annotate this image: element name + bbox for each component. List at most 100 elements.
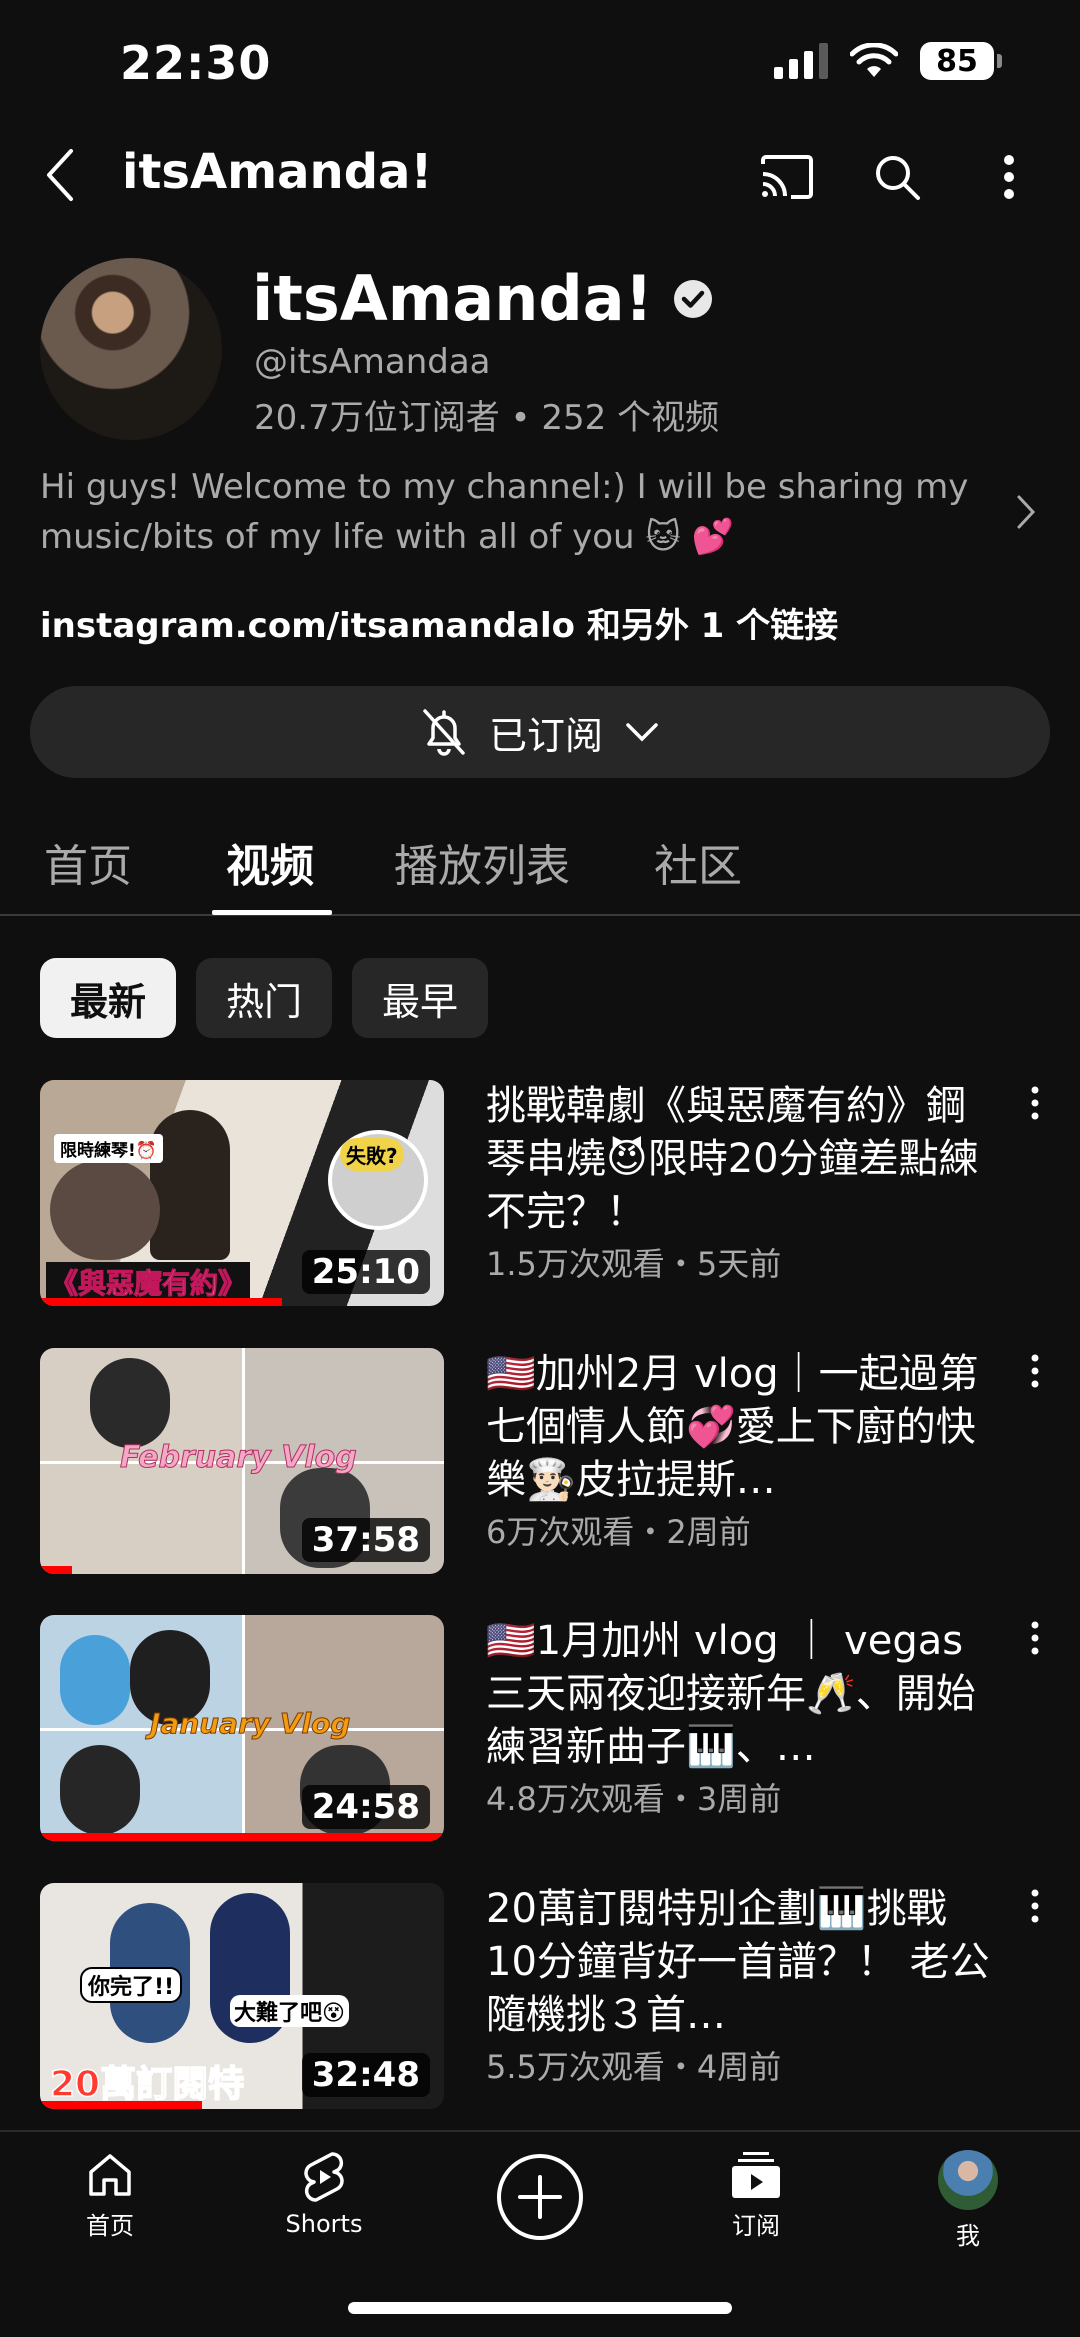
- video-item[interactable]: January Vlog 24:58 🇺🇸1月加州 vlog ｜ vegas 三…: [40, 1615, 1050, 1845]
- video-thumbnail[interactable]: January Vlog 24:58: [40, 1615, 444, 1841]
- thumbnail-figure: [60, 1745, 140, 1835]
- thumbnail-tag: 失敗?: [340, 1138, 404, 1171]
- nav-me-label: 我: [956, 2222, 980, 2250]
- watch-progress-bar: [40, 1298, 283, 1306]
- battery-level: 85: [920, 42, 994, 80]
- more-vertical-icon: [1004, 155, 1014, 199]
- tab-playlists[interactable]: 播放列表: [394, 830, 570, 894]
- tab-videos[interactable]: 视频: [226, 830, 314, 894]
- notifications-off-icon: [423, 709, 465, 756]
- channel-name: itsAmanda!: [252, 262, 653, 335]
- video-more-button[interactable]: [1020, 1086, 1050, 1136]
- subscribed-button[interactable]: 已订阅: [30, 686, 1050, 778]
- thumbnail-tag: 你完了!!: [80, 1967, 183, 2003]
- watch-progress-bar: [40, 2101, 202, 2109]
- video-info: 🇺🇸加州2月 vlog｜一起過第七個情人節💞愛上下廚的快樂👨🏻‍🍳皮拉提斯… 6…: [486, 1348, 996, 1553]
- video-thumbnail[interactable]: February Vlog 37:58: [40, 1348, 444, 1574]
- channel-tabs: 首页 视频 播放列表 社区: [0, 820, 1080, 916]
- thumbnail-caption: January Vlog: [149, 1707, 351, 1741]
- chip-popular[interactable]: 热门: [196, 958, 333, 1038]
- nav-shorts[interactable]: Shorts: [244, 2150, 404, 2238]
- video-more-button[interactable]: [1020, 1889, 1050, 1939]
- thumbnail-caption: February Vlog: [120, 1440, 358, 1476]
- nav-home[interactable]: 首页: [30, 2150, 190, 2241]
- watch-progress-bar: [40, 1566, 73, 1574]
- video-duration: 24:58: [301, 1785, 430, 1829]
- tab-home[interactable]: 首页: [44, 830, 132, 894]
- video-meta: 4.8万次观看・3周前: [486, 1780, 782, 1818]
- wifi-icon: [850, 43, 898, 77]
- status-icons: 85: [774, 42, 1002, 80]
- video-title[interactable]: 挑戰韓劇《與惡魔有約》鋼琴串燒😈限時20分鐘差點練不完？！: [486, 1080, 996, 1239]
- active-tab-indicator: [212, 910, 332, 915]
- status-time: 22:30: [120, 36, 272, 90]
- video-meta: 1.5万次观看・5天前: [486, 1245, 782, 1283]
- status-bar: 22:30 85: [0, 0, 1080, 120]
- nav-subscriptions-label: 订阅: [732, 2212, 780, 2240]
- thumbnail-figure: [150, 1110, 230, 1260]
- search-icon: [876, 156, 920, 200]
- shorts-icon: [304, 2152, 344, 2202]
- chip-latest[interactable]: 最新: [40, 958, 177, 1038]
- cellular-signal-icon: [774, 43, 828, 79]
- create-button[interactable]: [497, 2154, 583, 2240]
- subscriptions-icon: [732, 2152, 780, 2198]
- channel-name-row: itsAmanda!: [252, 262, 713, 335]
- tab-community[interactable]: 社区: [654, 830, 742, 894]
- thumbnail-caption: 《與惡魔有約》: [46, 1262, 251, 1302]
- video-title[interactable]: 20萬訂閱特別企劃🎹挑戰10分鐘背好一首譜？！ 老公隨機挑３首…: [486, 1883, 996, 2042]
- more-options-button[interactable]: [974, 142, 1044, 212]
- channel-avatar[interactable]: [40, 258, 222, 440]
- sort-chips: 最新 热门 最早: [40, 958, 489, 1038]
- video-thumbnail[interactable]: 你完了!! 大難了吧😵 20萬訂閱特 32:48: [40, 1883, 444, 2109]
- thumbnail-tag: 大難了吧😵: [230, 1995, 349, 2027]
- video-info: 20萬訂閱特別企劃🎹挑戰10分鐘背好一首譜？！ 老公隨機挑３首… 5.5万次观看…: [486, 1883, 996, 2088]
- video-info: 挑戰韓劇《與惡魔有約》鋼琴串燒😈限時20分鐘差點練不完？！ 1.5万次观看・5天…: [486, 1080, 996, 1285]
- chevron-right-icon: [1017, 495, 1036, 529]
- video-title[interactable]: 🇺🇸1月加州 vlog ｜ vegas 三天兩夜迎接新年🥂、開始練習新曲子🎹、…: [486, 1615, 996, 1774]
- chip-oldest[interactable]: 最早: [352, 958, 489, 1038]
- video-info: 🇺🇸1月加州 vlog ｜ vegas 三天兩夜迎接新年🥂、開始練習新曲子🎹、……: [486, 1615, 996, 1820]
- home-icon: [89, 2154, 131, 2196]
- channel-handle: @itsAmandaa: [254, 342, 491, 382]
- thumbnail-figure: [50, 1160, 160, 1260]
- thumbnail-caption: 20萬訂閱特: [49, 2063, 245, 2106]
- subscribe-label: 已订阅: [488, 713, 603, 758]
- chevron-down-icon: [626, 723, 658, 742]
- back-arrow-icon: [47, 149, 73, 201]
- channel-links[interactable]: instagram.com/itsamandalo 和另外 1 个链接: [40, 598, 838, 647]
- profile-avatar: [938, 2150, 998, 2210]
- video-item[interactable]: 限時練琴!⏰ 失敗? 《與惡魔有約》 25:10 挑戰韓劇《與惡魔有約》鋼琴串燒…: [40, 1080, 1050, 1310]
- thumbnail-tag: 限時練琴!⏰: [54, 1134, 163, 1163]
- nav-me[interactable]: 我: [888, 2150, 1048, 2251]
- nav-home-label: 首页: [86, 2212, 134, 2240]
- video-item[interactable]: February Vlog 37:58 🇺🇸加州2月 vlog｜一起過第七個情人…: [40, 1348, 1050, 1578]
- video-title[interactable]: 🇺🇸加州2月 vlog｜一起過第七個情人節💞愛上下廚的快樂👨🏻‍🍳皮拉提斯…: [486, 1348, 996, 1507]
- more-vertical-icon: [1031, 1889, 1039, 1923]
- back-button[interactable]: [30, 140, 90, 210]
- battery-icon: 85: [920, 42, 1002, 80]
- app-bar: itsAmanda!: [0, 130, 1080, 220]
- more-vertical-icon: [1031, 1621, 1039, 1655]
- more-vertical-icon: [1031, 1354, 1039, 1388]
- channel-description[interactable]: Hi guys! Welcome to my channel:) I will …: [40, 462, 980, 562]
- video-item[interactable]: 你完了!! 大難了吧😵 20萬訂閱特 32:48 20萬訂閱特別企劃🎹挑戰10分…: [40, 1883, 1050, 2113]
- page-title: itsAmanda!: [122, 144, 433, 200]
- search-button[interactable]: [862, 142, 932, 212]
- home-indicator: [348, 2302, 732, 2314]
- thumbnail-figure: [90, 1358, 170, 1448]
- watch-progress-bar: [40, 1833, 444, 1841]
- thumbnail-figure: [60, 1635, 130, 1725]
- description-expand-button[interactable]: [1016, 494, 1036, 534]
- nav-subscriptions[interactable]: 订阅: [676, 2150, 836, 2241]
- video-meta: 5.5万次观看・4周前: [486, 2048, 782, 2086]
- cast-icon: [761, 155, 813, 199]
- nav-shorts-label: Shorts: [285, 2210, 363, 2238]
- video-thumbnail[interactable]: 限時練琴!⏰ 失敗? 《與惡魔有約》 25:10: [40, 1080, 444, 1306]
- video-duration: 32:48: [301, 2053, 430, 2097]
- video-more-button[interactable]: [1020, 1621, 1050, 1671]
- more-vertical-icon: [1031, 1086, 1039, 1120]
- cast-button[interactable]: [752, 142, 822, 212]
- video-more-button[interactable]: [1020, 1354, 1050, 1404]
- channel-stats: 20.7万位订阅者 • 252 个视频: [254, 398, 720, 438]
